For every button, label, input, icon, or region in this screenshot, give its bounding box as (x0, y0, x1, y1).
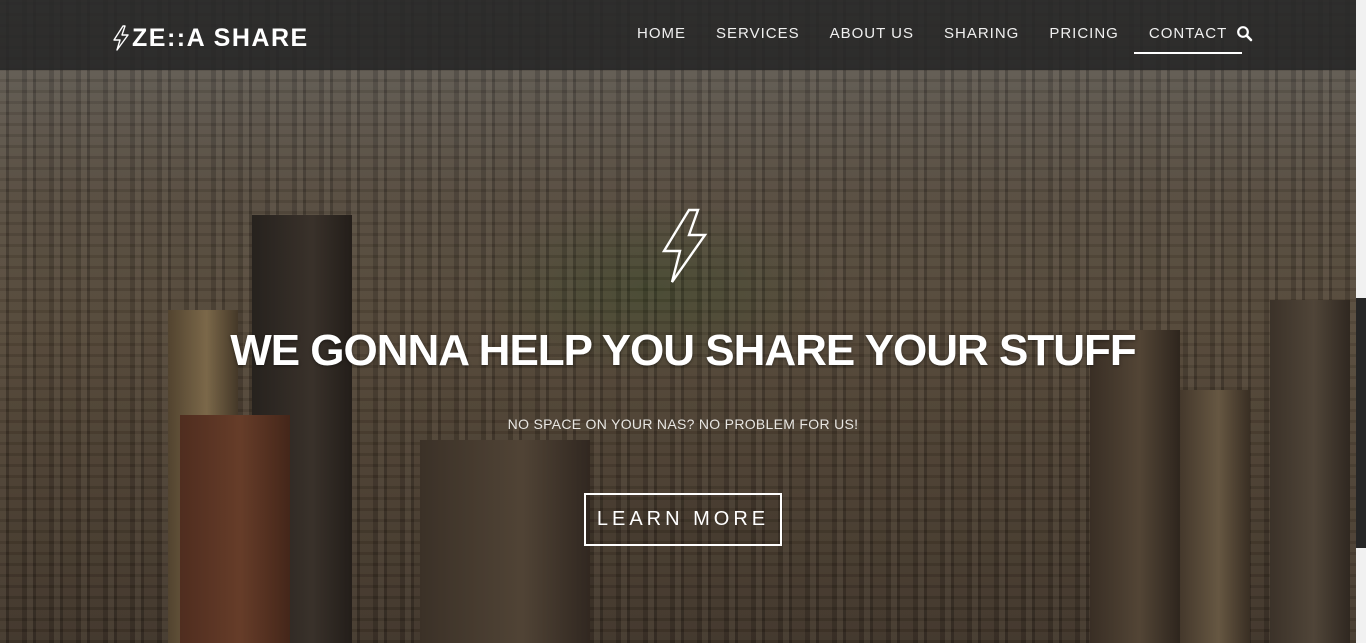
hero-subline: NO SPACE ON YOUR NAS? NO PROBLEM FOR US! (507, 416, 859, 432)
search-icon (1237, 26, 1253, 42)
hero-headline: WE GONNA HELP YOU SHARE YOUR STUFF (230, 326, 1137, 375)
hero-background-image (0, 0, 1356, 643)
brand-name: ZE::A SHARE (132, 23, 309, 52)
nav-home[interactable]: HOME (622, 0, 701, 53)
nav-about-us[interactable]: ABOUT US (815, 0, 929, 53)
hero-dark-overlay (0, 0, 1356, 643)
lightning-bolt-icon (661, 208, 708, 283)
search-button[interactable] (1236, 25, 1254, 43)
brand-logo-link[interactable]: ZE::A SHARE (112, 22, 309, 54)
learn-more-button[interactable]: LEARN MORE (584, 493, 782, 546)
lightning-bolt-icon (113, 25, 129, 51)
nav-pricing[interactable]: PRICING (1034, 0, 1134, 53)
nav-sharing[interactable]: SHARING (929, 0, 1034, 53)
main-nav: HOME SERVICES ABOUT US SHARING PRICING C… (622, 0, 1243, 70)
nav-contact[interactable]: CONTACT (1133, 0, 1243, 54)
top-navbar: ZE::A SHARE HOME SERVICES ABOUT US SHARI… (0, 0, 1356, 70)
nav-services[interactable]: SERVICES (701, 0, 815, 53)
